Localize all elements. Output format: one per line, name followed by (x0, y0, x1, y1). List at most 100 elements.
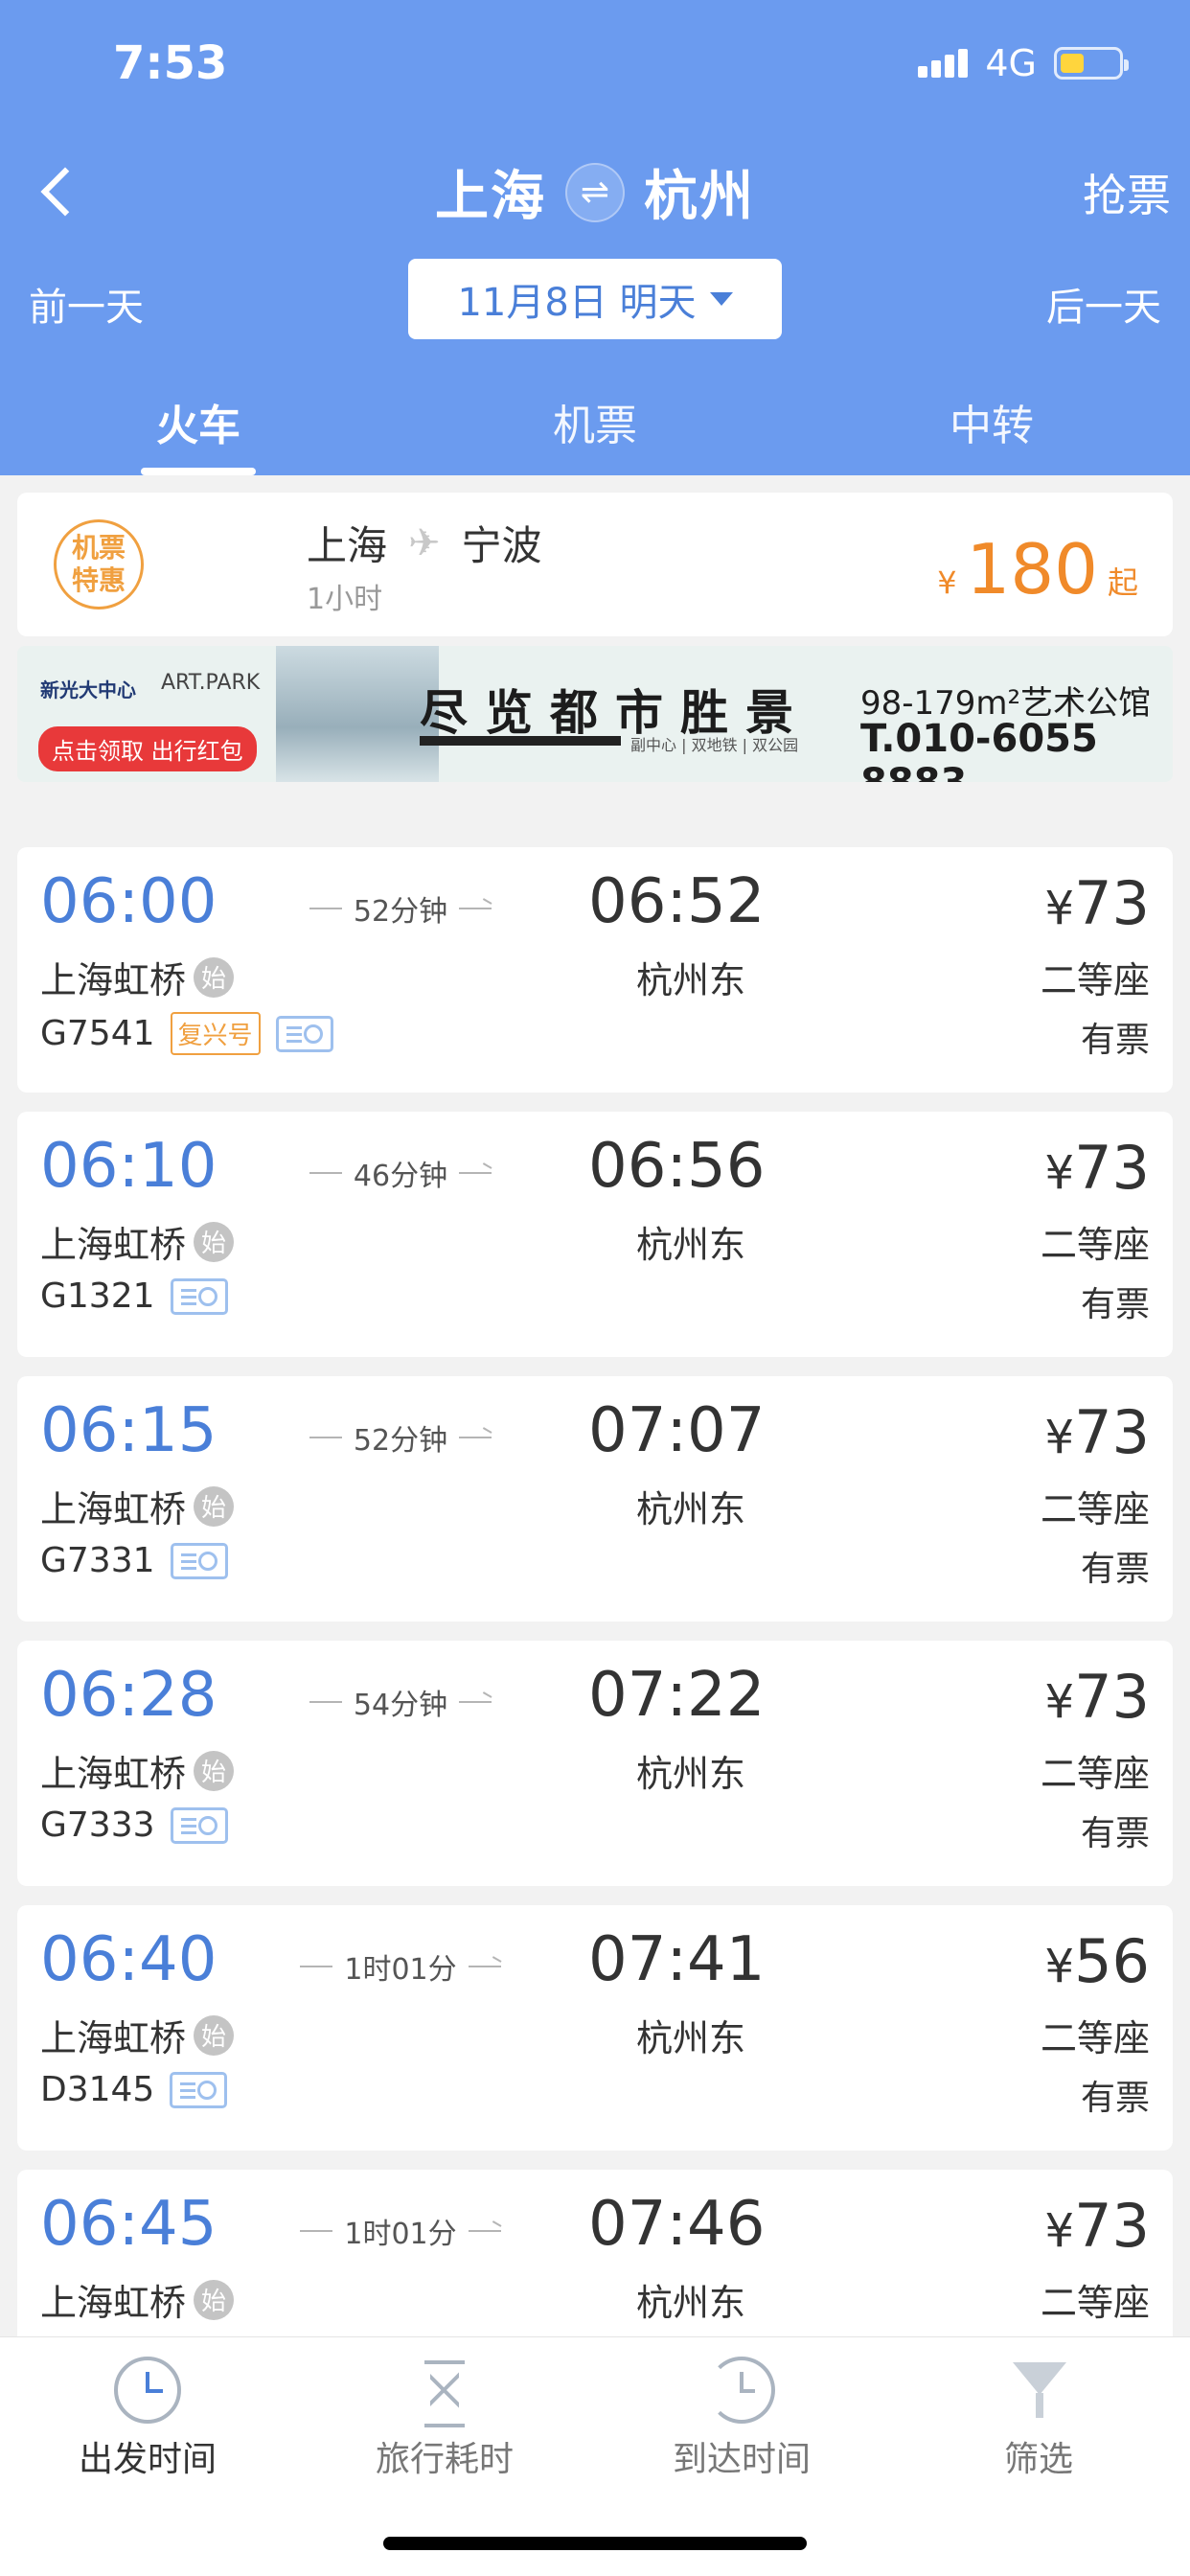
mode-tabs: 火车 机票 中转 (0, 383, 1190, 475)
duration: 46分钟 (286, 1152, 515, 1194)
ad-logo: 新光大中心 (40, 678, 136, 702)
train-info: D3145 (40, 2070, 228, 2109)
departure-station: 上海虹桥 始 (40, 1744, 235, 1797)
train-card[interactable]: 06:28 上海虹桥 始 G7333 54分钟 07:22 杭州东 ¥73 二等… (17, 1641, 1173, 1886)
filter-label: 筛选 (1003, 2440, 1073, 2479)
route-title: 上海 ⇌ 杭州 (0, 153, 1190, 231)
seat-class: 二等座 (1040, 1224, 1150, 1266)
availability: 有票 (1080, 1285, 1150, 1324)
ad-red-packet-button[interactable]: 点击领取 出行红包 (38, 726, 257, 771)
price-value: 73 (1074, 1397, 1150, 1467)
sort-label: 旅行耗时 (375, 2440, 514, 2479)
arrival-time: 07:46 (588, 2189, 766, 2260)
to-city: 杭州 (644, 166, 755, 228)
arrival-station: 杭州东 (636, 2017, 746, 2059)
sort-arrival-time[interactable]: 到达时间 (646, 2357, 837, 2481)
departure-station: 上海虹桥 始 (40, 1215, 235, 1268)
date-picker[interactable]: 11月8日 明天 (408, 259, 782, 339)
train-card[interactable]: 06:10 上海虹桥 始 G1321 46分钟 06:56 杭州东 ¥73 二等… (17, 1112, 1173, 1357)
from-city: 上海 (435, 166, 546, 228)
sort-departure-time[interactable]: 出发时间 (52, 2357, 243, 2481)
duration: 52分钟 (286, 887, 515, 930)
tab-transfer[interactable]: 中转 (793, 383, 1190, 475)
availability: 有票 (1080, 1021, 1150, 1060)
arrival-station: 杭州东 (636, 1488, 746, 1530)
departure-station-name: 上海虹桥 (40, 2017, 187, 2059)
departure-station-name: 上海虹桥 (40, 1488, 187, 1530)
departure-time: 06:28 (40, 1660, 217, 1731)
arrival-time: 07:41 (588, 1924, 766, 1995)
duration: 1时01分 (286, 1945, 515, 1988)
history-icon (708, 2357, 775, 2424)
yen-symbol: ¥ (1044, 1146, 1075, 1200)
train-info: G7333 (40, 1806, 228, 1845)
departure-station: 上海虹桥 始 (40, 2009, 235, 2061)
duration-text: 54分钟 (353, 1689, 448, 1722)
status-indicators: 4G (918, 42, 1129, 84)
clock-icon (114, 2357, 181, 2424)
seat-class: 二等座 (1040, 2017, 1150, 2059)
seat-class: 二等座 (1040, 1753, 1150, 1795)
ad-banner[interactable]: 新光大中心 ART.PARK 点击领取 出行红包 尽览都市胜景 副中心 | 双地… (17, 646, 1173, 782)
tab-train[interactable]: 火车 (0, 383, 397, 475)
ticket-price: ¥56 (1045, 1926, 1150, 1996)
grab-ticket-button[interactable]: 抢票 (1083, 161, 1171, 224)
train-card[interactable]: 06:15 上海虹桥 始 G7331 52分钟 07:07 杭州东 ¥73 二等… (17, 1376, 1173, 1622)
departure-time: 06:45 (40, 2189, 217, 2260)
duration-text: 1时01分 (344, 1953, 457, 1987)
hourglass-icon (411, 2357, 478, 2427)
sort-travel-duration[interactable]: 旅行耗时 (349, 2357, 540, 2481)
train-number: G7331 (40, 1541, 155, 1580)
price-value: 73 (1074, 1133, 1150, 1203)
origin-badge: 始 (194, 2279, 235, 2320)
availability: 有票 (1080, 1550, 1150, 1589)
ad-subtitle: 副中心 | 双地铁 | 双公园 (630, 736, 799, 754)
id-card-icon (275, 1015, 333, 1052)
filter-button[interactable]: 筛选 (943, 2357, 1134, 2481)
fuxing-badge: 复兴号 (170, 1012, 261, 1055)
seat-class: 二等座 (1040, 959, 1150, 1001)
departure-time: 06:00 (40, 866, 217, 937)
duration-text: 1时01分 (344, 2218, 457, 2251)
promo-to: 宁波 (461, 522, 542, 569)
badge-line-1: 机票 (71, 532, 126, 564)
departure-station-name: 上海虹桥 (40, 1224, 187, 1266)
seat-class: 二等座 (1040, 1488, 1150, 1530)
origin-badge: 始 (194, 956, 235, 998)
price-value: 73 (1074, 868, 1150, 938)
train-card[interactable]: 06:40 上海虹桥 始 D3145 1时01分 07:41 杭州东 ¥56 二… (17, 1905, 1173, 2150)
tab-flight[interactable]: 机票 (397, 383, 793, 475)
yen-symbol: ¥ (1044, 882, 1075, 935)
promo-duration: 1小时 (307, 583, 383, 616)
badge-line-2: 特惠 (71, 564, 126, 596)
duration-text: 46分钟 (353, 1160, 448, 1193)
price-value: 56 (1074, 1926, 1150, 1996)
train-number: G7333 (40, 1806, 155, 1845)
departure-station: 上海虹桥 始 (40, 1480, 235, 1532)
prev-day-button[interactable]: 前一天 (29, 276, 144, 332)
arrival-station: 杭州东 (636, 959, 746, 1001)
departure-station-name: 上海虹桥 (40, 1753, 187, 1795)
promo-route: 上海 ✈ 宁波 (307, 514, 542, 572)
train-number: G1321 (40, 1276, 155, 1316)
ticket-price: ¥73 (1045, 1133, 1150, 1203)
duration: 54分钟 (286, 1681, 515, 1723)
promo-price: ¥ 180 起 (937, 529, 1138, 610)
ticket-price: ¥73 (1045, 1662, 1150, 1732)
price-suffix: 起 (1107, 564, 1138, 601)
departure-station-name: 上海虹桥 (40, 2282, 187, 2324)
arrival-station: 杭州东 (636, 1224, 746, 1266)
arrival-time: 07:07 (588, 1395, 766, 1466)
train-card[interactable]: 06:00 上海虹桥 始 G7541 复兴号 52分钟 06:52 杭州东 ¥7… (17, 847, 1173, 1092)
yen-symbol: ¥ (1044, 1411, 1075, 1464)
flight-promo-card[interactable]: 机票 特惠 上海 ✈ 宁波 1小时 ¥ 180 起 (17, 493, 1173, 636)
swap-icon[interactable]: ⇌ (565, 162, 625, 222)
arrival-station: 杭州东 (636, 1753, 746, 1795)
id-card-icon (170, 1277, 228, 1315)
next-day-button[interactable]: 后一天 (1046, 276, 1161, 332)
ad-logo-secondary: ART.PARK (161, 671, 261, 695)
duration: 52分钟 (286, 1416, 515, 1459)
ad-divider (420, 736, 621, 746)
yen-symbol: ¥ (1044, 2204, 1075, 2258)
sort-label: 出发时间 (78, 2440, 217, 2479)
